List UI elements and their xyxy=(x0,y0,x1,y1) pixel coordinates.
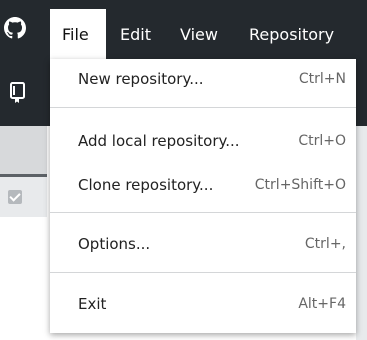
file-menu: New repository... Ctrl+N Add local repos… xyxy=(50,59,356,333)
menu-item-label: Options... xyxy=(78,235,151,253)
menu-item-clone-repository[interactable]: Clone repository... Ctrl+Shift+O xyxy=(50,165,356,205)
menu-item-new-repository[interactable]: New repository... Ctrl+N xyxy=(50,59,356,99)
repository-icon[interactable] xyxy=(9,82,27,104)
menu-item-label: New repository... xyxy=(78,70,204,88)
menu-item-options[interactable]: Options... Ctrl+, xyxy=(50,224,356,264)
menu-separator xyxy=(50,107,356,108)
menu-item-label: Clone repository... xyxy=(78,176,214,194)
menu-edit[interactable]: Edit xyxy=(120,9,151,59)
checkbox-icon[interactable] xyxy=(8,190,22,204)
menu-item-label: Exit xyxy=(78,295,107,313)
menu-view[interactable]: View xyxy=(180,9,218,59)
menu-separator xyxy=(50,272,356,273)
menu-item-shortcut: Ctrl+, xyxy=(304,236,346,252)
menu-separator xyxy=(50,212,356,213)
menu-item-shortcut: Ctrl+N xyxy=(298,71,346,87)
menu-item-label: Add local repository... xyxy=(78,132,240,150)
menu-item-exit[interactable]: Exit Alt+F4 xyxy=(50,284,356,324)
content-edge xyxy=(356,126,367,340)
menu-repository[interactable]: Repository xyxy=(249,9,334,59)
sidebar-header xyxy=(0,126,47,174)
github-logo-icon[interactable] xyxy=(4,17,26,39)
menu-item-shortcut: Ctrl+Shift+O xyxy=(254,177,346,193)
menu-item-shortcut: Alt+F4 xyxy=(298,296,346,312)
menu-file[interactable]: File xyxy=(50,9,106,59)
menu-item-add-local-repository[interactable]: Add local repository... Ctrl+O xyxy=(50,121,356,161)
menu-item-shortcut: Ctrl+O xyxy=(298,133,346,149)
